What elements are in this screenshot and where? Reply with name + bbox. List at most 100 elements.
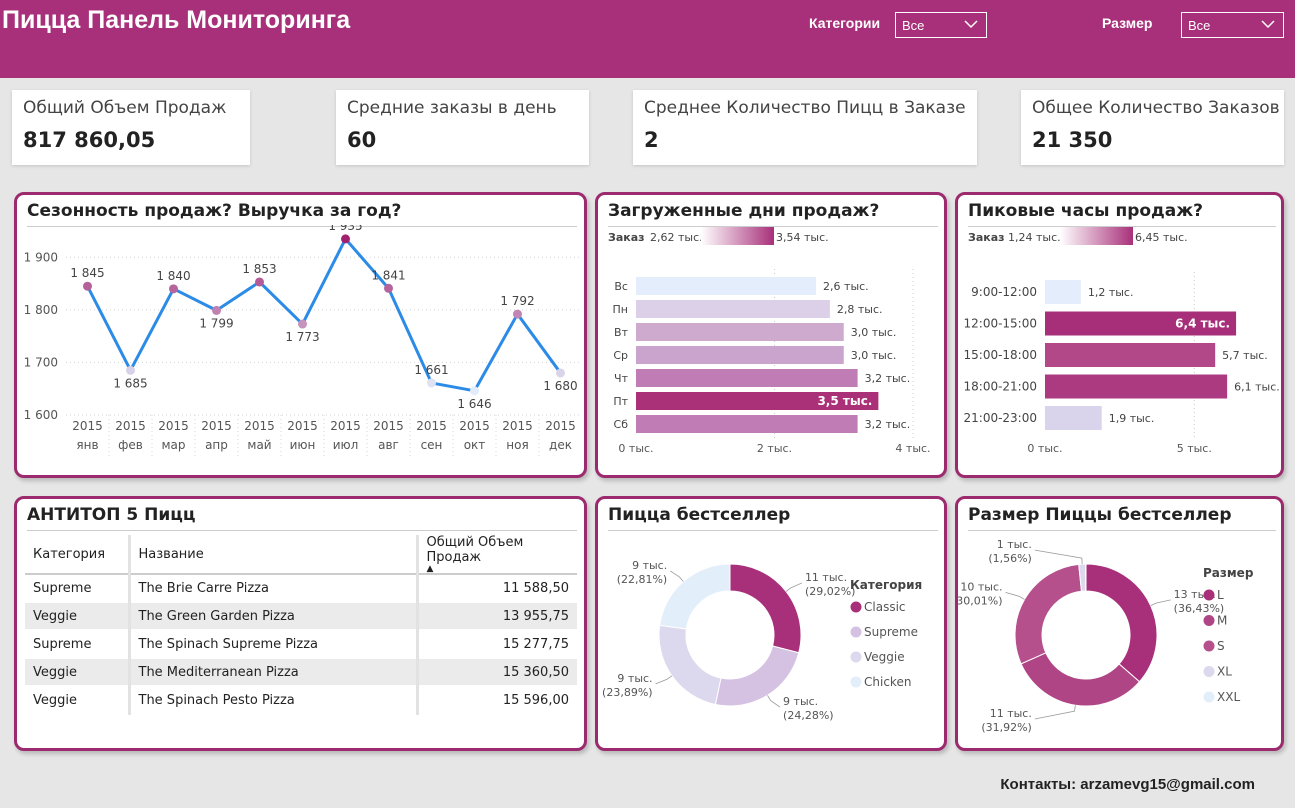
data-point [298, 319, 307, 329]
legend-title: Категория [850, 578, 922, 592]
filter-category-value: Все [902, 18, 925, 33]
data-label: 1 685 [113, 376, 147, 390]
legend-min: 1,24 тыс. [1008, 231, 1061, 244]
x-tick-label: 0 тыс. [618, 442, 653, 455]
leader-line [670, 570, 684, 582]
cell-category: Veggie [25, 602, 131, 631]
leader-line [1150, 599, 1171, 607]
filter-category-dropdown[interactable]: Все [895, 12, 987, 38]
category-label: Вт [614, 326, 629, 339]
filter-category-label: Категории [809, 15, 881, 31]
bestseller-size-donut: 13 тыс.(36,43%)11 тыс.(31,92%)10 тыс.(30… [958, 538, 1254, 734]
column-header-name[interactable]: Название [129, 535, 419, 575]
bar [636, 323, 844, 341]
kpi-value: 2 [644, 128, 659, 152]
cell-category: Supreme [25, 574, 131, 603]
bar [1045, 406, 1102, 430]
category-label: Пт [613, 395, 628, 408]
x-tick-label: июл [333, 438, 359, 452]
filter-size-label: Размер [1102, 15, 1153, 31]
donut-slice [729, 563, 802, 654]
bar [636, 415, 858, 433]
cell-sales: 11 588,50 [417, 574, 577, 603]
legend-label: Заказ [608, 231, 645, 244]
bar [636, 300, 830, 318]
filter-size-dropdown[interactable]: Все [1181, 12, 1284, 38]
legend-marker [850, 601, 862, 613]
data-label: 6,4 тыс. [1175, 317, 1230, 331]
slice-pct-label: (22,81%) [617, 573, 668, 586]
legend-marker [1203, 615, 1215, 626]
filter-size-value: Все [1188, 18, 1211, 33]
table-row[interactable]: Supreme The Spinach Supreme Pizza 15 277,7… [25, 630, 577, 659]
legend-min: 2,62 тыс. [650, 231, 703, 244]
legend-marker [1203, 589, 1215, 601]
legend-item-label: Supreme [864, 625, 918, 639]
column-header-category[interactable]: Категория [25, 535, 131, 575]
slice-pct-label: (1,56%) [988, 552, 1032, 565]
title-divider [27, 530, 577, 531]
header-bar: Пицца Панель Мониторинга Категории Все Р… [0, 0, 1295, 78]
kpi-label: Среднее Количество Пицц в Заказе [644, 98, 966, 118]
antitop-table: Категория Название Общий Объем Продаж ▲ … [25, 535, 577, 715]
table-title: АНТИТОП 5 Пицц [27, 505, 196, 525]
legend-gradient-bar [701, 227, 774, 245]
data-label: 2,6 тыс. [823, 280, 869, 293]
slice-pct-label: (24,28%) [783, 709, 834, 722]
x-tick-label: сен [421, 438, 443, 452]
x-tick-year: 2015 [330, 419, 361, 433]
kpi-total-orders: Общее Количество Заказов 21 350 [1021, 90, 1284, 165]
busy-days-bar-chart: Заказ 2,62 тыс. 3,54 тыс. 0 тыс. 2 тыс. 4 тыс… [608, 227, 931, 455]
x-tick-year: 2015 [201, 419, 232, 433]
category-label: 18:00-21:00 [964, 380, 1038, 394]
data-label: 1 853 [242, 262, 276, 276]
x-tick-label: 2 тыс. [757, 442, 792, 455]
table-row[interactable]: Veggie The Mediterranean Pizza 15 360,50 [25, 658, 577, 687]
cell-category: Veggie [25, 658, 131, 687]
cell-name: The Brie Carre Pizza [129, 574, 419, 603]
table-row[interactable]: Veggie The Green Garden Pizza 13 955,75 [25, 602, 577, 631]
leader-line [1034, 705, 1076, 720]
seasonality-line-chart: 1 900 1 800 1 700 1 600 2015 янв 2015 фев 2015 ма… [24, 225, 582, 457]
data-label: 1,9 тыс. [1109, 412, 1155, 425]
table-row[interactable]: Veggie The Spinach Pesto Pizza 15 596,00 [25, 686, 577, 715]
x-tick-year: 2015 [416, 419, 447, 433]
chart-title: Сезонность продаж? Выручка за год? [27, 201, 402, 221]
x-tick-label: май [247, 438, 271, 452]
x-tick-label: авг [378, 438, 399, 452]
column-header-sales-label: Общий Объем Продаж [426, 535, 524, 565]
legend-item-label: Veggie [864, 650, 905, 664]
data-label: 6,1 тыс. [1234, 381, 1280, 394]
legend-item-label: M [1217, 614, 1227, 628]
cell-sales: 15 277,75 [417, 630, 577, 659]
data-point [427, 378, 436, 388]
leader-line [655, 675, 673, 685]
x-tick-year: 2015 [72, 419, 103, 433]
table-row[interactable]: Supreme The Brie Carre Pizza 11 588,50 [25, 574, 577, 603]
slice-value-label: 11 тыс. [805, 571, 847, 584]
x-tick-label: 5 тыс. [1177, 442, 1212, 455]
page-title: Пицца Панель Мониторинга [2, 6, 351, 34]
y-tick-label: 1 900 [24, 250, 58, 264]
x-tick-label: 4 тыс. [895, 442, 930, 455]
legend-item-label: Chicken [864, 675, 911, 689]
data-label: 3,5 тыс. [817, 394, 872, 408]
data-point [126, 365, 135, 375]
category-label: 15:00-18:00 [964, 348, 1038, 362]
chart-title: Пицца бестселлер [608, 505, 791, 525]
slice-value-label: 9 тыс. [617, 672, 652, 685]
legend-item-label: Classic [864, 600, 906, 614]
column-header-sales[interactable]: Общий Объем Продаж ▲ [417, 535, 577, 575]
data-label: 1 840 [156, 269, 190, 283]
leader-line [785, 582, 803, 592]
chevron-down-icon [964, 20, 978, 29]
antitop-panel: АНТИТОП 5 Пицц Категория Название Общий … [14, 496, 587, 751]
x-tick-year: 2015 [545, 419, 576, 433]
kpi-total-sales: Общий Объем Продаж 817 860,05 [12, 90, 250, 165]
x-tick-year: 2015 [244, 419, 275, 433]
bar [1045, 280, 1081, 304]
kpi-avg-orders-day: Средние заказы в день 60 [336, 90, 589, 165]
cell-category: Veggie [25, 686, 131, 715]
slice-value-label: 1 тыс. [997, 538, 1032, 551]
donut-slice [658, 624, 722, 706]
